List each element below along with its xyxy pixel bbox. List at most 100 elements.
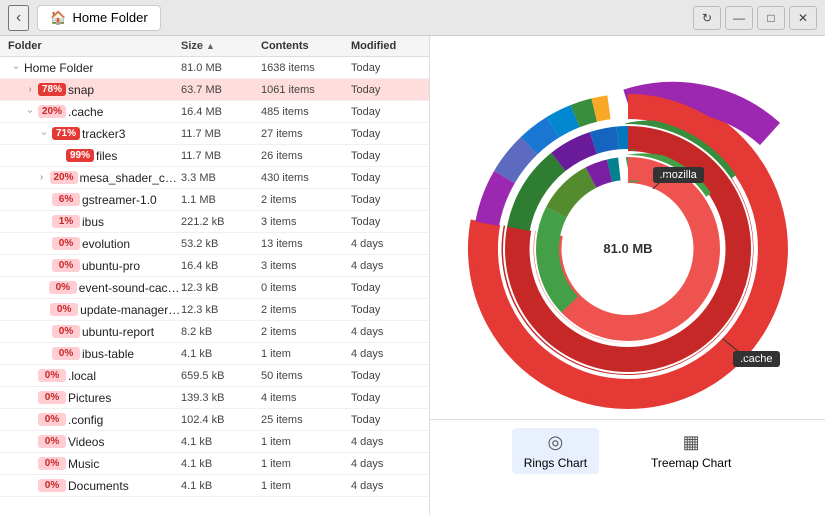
table-row[interactable]: 0% update-manager-c... 12.3 kB 2 items T… [0, 299, 429, 321]
table-row[interactable]: 6% gstreamer-1.0 1.1 MB 2 items Today [0, 189, 429, 211]
table-row[interactable]: 0% .local 659.5 kB 50 items Today [0, 365, 429, 387]
table-row[interactable]: 0% ubuntu-report 8.2 kB 2 items 4 days [0, 321, 429, 343]
col-size: 63.7 MB [181, 84, 261, 96]
col-contents: 1 item [261, 480, 351, 492]
table-header: Folder Size ▲ Contents Modified [0, 36, 429, 57]
badge: 20% [50, 171, 78, 184]
treemap-icon: ▦ [683, 432, 700, 453]
badge: 0% [38, 413, 66, 426]
col-contents: 1 item [261, 458, 351, 470]
col-size: 1.1 MB [181, 194, 261, 206]
col-size: 16.4 kB [181, 260, 261, 272]
table-row[interactable]: › 20% .cache 16.4 MB 485 items Today [0, 101, 429, 123]
folder-name: Videos [68, 435, 104, 449]
treemap-chart-tab[interactable]: ▦ Treemap Chart [639, 428, 743, 474]
table-row[interactable]: 0% ubuntu-pro 16.4 kB 3 items 4 days [0, 255, 429, 277]
treemap-tab-label: Treemap Chart [651, 456, 731, 470]
table-row[interactable]: 0% .config 102.4 kB 25 items Today [0, 409, 429, 431]
folder-cell: 99% files [8, 149, 181, 163]
table-row[interactable]: 0% Music 4.1 kB 1 item 4 days [0, 453, 429, 475]
table-row[interactable]: › 71% tracker3 11.7 MB 27 items Today [0, 123, 429, 145]
table-row[interactable]: 99% files 11.7 MB 26 items Today [0, 145, 429, 167]
close-button[interactable]: ✕ [789, 6, 817, 30]
col-contents: 0 items [261, 282, 351, 294]
folder-cell: 0% evolution [8, 237, 181, 251]
folder-cell: › 20% .cache [8, 105, 181, 119]
badge: 0% [38, 435, 66, 448]
col-size: 4.1 kB [181, 436, 261, 448]
folder-name: ubuntu-pro [82, 259, 140, 273]
expand-icon[interactable]: › [25, 106, 36, 118]
col-size: 53.2 kB [181, 238, 261, 250]
badge: 0% [49, 281, 77, 294]
expand-icon[interactable]: › [39, 128, 50, 140]
back-button[interactable]: ‹ [8, 5, 29, 31]
col-modified: Today [351, 106, 421, 118]
col-contents: 25 items [261, 414, 351, 426]
file-tree: Folder Size ▲ Contents Modified › Home F… [0, 36, 430, 515]
folder-cell: 1% ibus [8, 215, 181, 229]
folder-cell: 0% Videos [8, 435, 181, 449]
expand-icon[interactable]: › [36, 172, 48, 183]
folder-name: mesa_shader_cache [80, 171, 181, 185]
col-modified: Today [351, 150, 421, 162]
badge: 6% [52, 193, 80, 206]
maximize-button[interactable]: □ [757, 6, 785, 30]
expand-icon[interactable]: › [24, 84, 36, 95]
folder-cell: 0% .local [8, 369, 181, 383]
col-contents: 1 item [261, 436, 351, 448]
col-modified: 4 days [351, 238, 421, 250]
col-modified: Today [351, 414, 421, 426]
folder-name: event-sound-cache.... [79, 281, 181, 295]
folder-name: evolution [82, 237, 130, 251]
folder-cell: 0% Music [8, 457, 181, 471]
col-modified: 4 days [351, 458, 421, 470]
badge: 78% [38, 83, 66, 96]
col-size: 11.7 MB [181, 150, 261, 162]
folder-name: .config [68, 413, 103, 427]
table-row[interactable]: › 78% snap 63.7 MB 1061 items Today [0, 79, 429, 101]
table-row[interactable]: 0% evolution 53.2 kB 13 items 4 days [0, 233, 429, 255]
col-contents: 1638 items [261, 62, 351, 74]
table-row[interactable]: 0% event-sound-cache.... 12.3 kB 0 items… [0, 277, 429, 299]
folder-name: ibus [82, 215, 104, 229]
folder-cell: 0% ubuntu-pro [8, 259, 181, 273]
col-modified: 4 days [351, 436, 421, 448]
badge: 0% [52, 347, 80, 360]
table-row[interactable]: 0% ibus-table 4.1 kB 1 item 4 days [0, 343, 429, 365]
col-contents: 27 items [261, 128, 351, 140]
col-contents: 485 items [261, 106, 351, 118]
minimize-button[interactable]: — [725, 6, 753, 30]
refresh-button[interactable]: ↻ [693, 6, 721, 30]
col-size: 3.3 MB [181, 172, 261, 184]
col-modified: Today [351, 194, 421, 206]
folder-cell: 6% gstreamer-1.0 [8, 193, 181, 207]
col-size: 81.0 MB [181, 62, 261, 74]
rings-tab-label: Rings Chart [524, 456, 587, 470]
table-row[interactable]: › Home Folder 81.0 MB 1638 items Today [0, 57, 429, 79]
table-row[interactable]: 0% Videos 4.1 kB 1 item 4 days [0, 431, 429, 453]
col-modified: 4 days [351, 260, 421, 272]
folder-cell: › 78% snap [8, 83, 181, 97]
ring-chart-overlay: 81.0 MB [458, 79, 798, 419]
table-row[interactable]: 0% Pictures 139.3 kB 4 items Today [0, 387, 429, 409]
col-contents: 2 items [261, 304, 351, 316]
table-row[interactable]: › 20% mesa_shader_cache 3.3 MB 430 items… [0, 167, 429, 189]
folder-cell: › Home Folder [8, 61, 181, 75]
badge: 0% [38, 369, 66, 382]
folder-name: gstreamer-1.0 [82, 193, 157, 207]
table-row[interactable]: 0% Documents 4.1 kB 1 item 4 days [0, 475, 429, 497]
col-size: 12.3 kB [181, 304, 261, 316]
expand-icon[interactable]: › [11, 62, 22, 74]
col-size: 102.4 kB [181, 414, 261, 426]
col-size-header[interactable]: Size ▲ [181, 40, 261, 52]
col-modified: Today [351, 304, 421, 316]
col-modified: Today [351, 62, 421, 74]
folder-cell: 0% ubuntu-report [8, 325, 181, 339]
rings-chart-tab[interactable]: ◎ Rings Chart [512, 428, 599, 474]
folder-cell: › 71% tracker3 [8, 127, 181, 141]
window-title: Home Folder [73, 10, 148, 25]
table-row[interactable]: 1% ibus 221.2 kB 3 items Today [0, 211, 429, 233]
folder-cell: 0% Pictures [8, 391, 181, 405]
rings-icon: ◎ [548, 432, 564, 453]
